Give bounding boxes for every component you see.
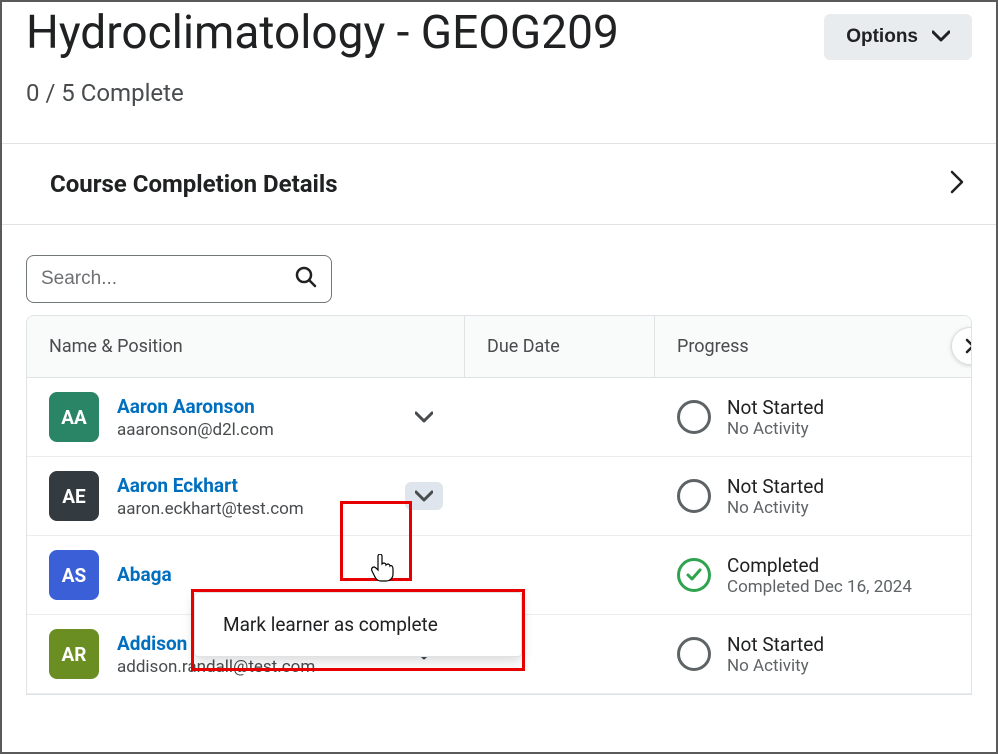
options-label: Options [846, 26, 918, 48]
progress-check-icon [677, 558, 711, 592]
learner-actions-menu: Mark learner as complete [194, 592, 522, 657]
column-header-name[interactable]: Name & Position [27, 316, 465, 377]
learner-email: addison.randall@test.com [117, 657, 387, 677]
table-header-row: Name & Position Due Date Progress [27, 316, 971, 378]
progress-status: Not Started [727, 396, 824, 419]
column-header-progress[interactable]: Progress [655, 316, 971, 377]
progress-status: Completed [727, 554, 912, 577]
learner-email: aaron.eckhart@test.com [117, 499, 387, 519]
chevron-down-icon [932, 26, 950, 48]
options-button[interactable]: Options [824, 14, 972, 60]
progress-circle-icon [677, 479, 711, 513]
progress-status: Not Started [727, 475, 824, 498]
learner-name-link[interactable]: Aaron Aaronson [117, 395, 387, 418]
section-header[interactable]: Course Completion Details [2, 143, 996, 225]
avatar: AA [49, 392, 99, 442]
learner-actions-button[interactable] [405, 403, 443, 431]
section-title: Course Completion Details [50, 170, 338, 198]
search-icon[interactable] [295, 266, 317, 292]
progress-sub: No Activity [727, 498, 824, 518]
mark-complete-menu-item[interactable]: Mark learner as complete [195, 593, 521, 656]
learner-name-link[interactable]: Abaga [117, 563, 443, 586]
completion-count: 0 / 5 Complete [2, 79, 996, 123]
search-box[interactable] [26, 255, 332, 303]
column-header-due[interactable]: Due Date [465, 316, 655, 377]
expand-chevron-icon[interactable] [950, 170, 964, 198]
avatar: AR [49, 629, 99, 679]
learner-actions-button[interactable] [405, 482, 443, 510]
avatar: AS [49, 550, 99, 600]
learner-email: aaaronson@d2l.com [117, 420, 387, 440]
avatar: AE [49, 471, 99, 521]
search-input[interactable] [41, 268, 295, 290]
progress-circle-icon [677, 637, 711, 671]
progress-sub: Completed Dec 16, 2024 [727, 577, 912, 597]
progress-sub: No Activity [727, 656, 824, 676]
learner-name-link[interactable]: Aaron Eckhart [117, 474, 387, 497]
progress-sub: No Activity [727, 419, 824, 439]
table-row: AE Aaron Eckhart aaron.eckhart@test.com … [27, 457, 971, 536]
progress-circle-icon [677, 400, 711, 434]
page-title: Hydroclimatology - GEOG209 [26, 6, 619, 61]
progress-status: Not Started [727, 633, 824, 656]
table-row: AA Aaron Aaronson aaaronson@d2l.com Not … [27, 378, 971, 457]
